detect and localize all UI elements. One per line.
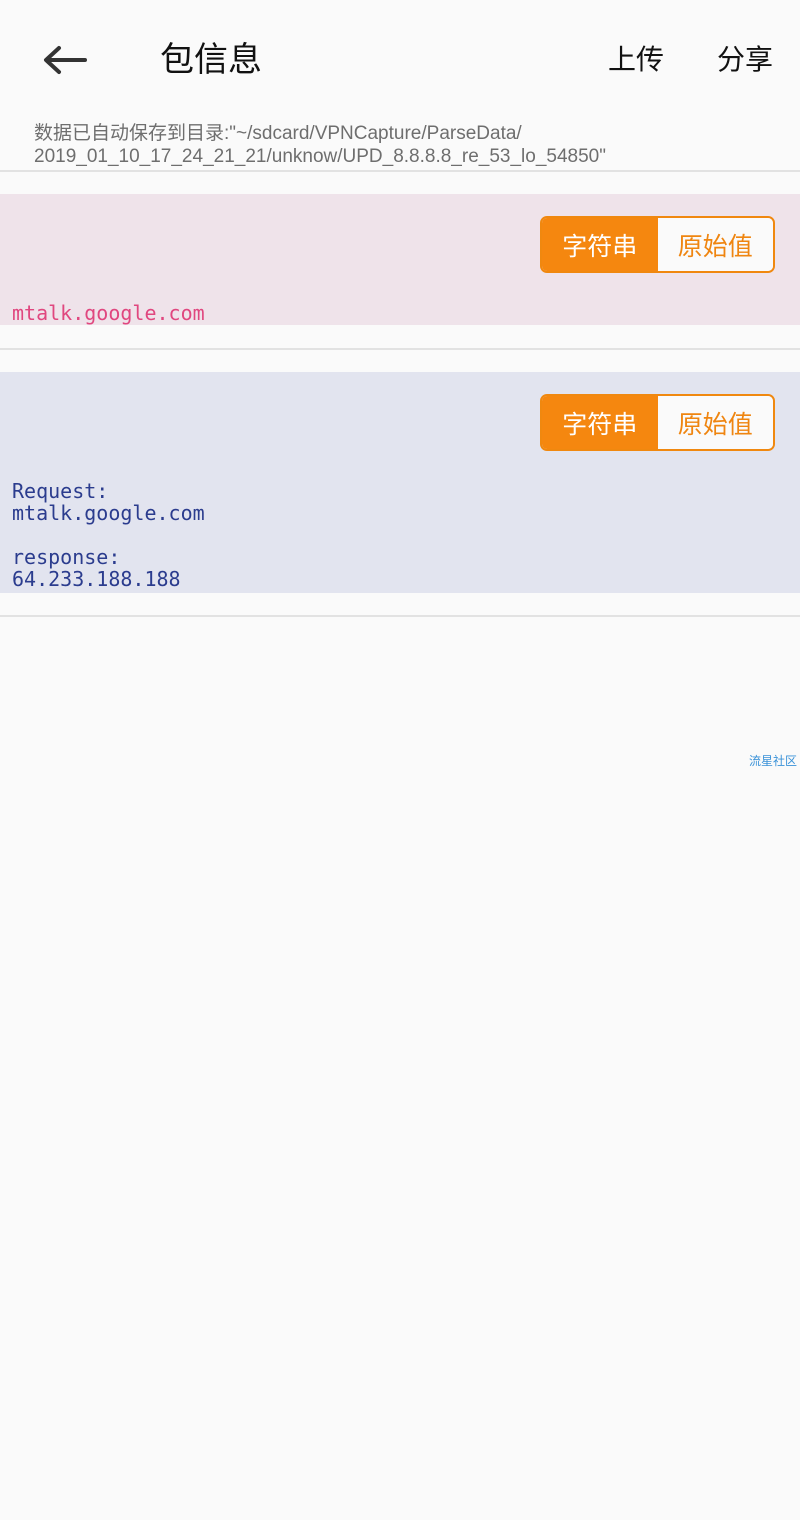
divider: [0, 615, 800, 617]
response-panel: 字符串 原始值 Request: mtalk.google.com respon…: [0, 372, 800, 593]
request-panel: 字符串 原始值 mtalk.google.com: [0, 194, 800, 325]
upload-button[interactable]: 上传: [608, 36, 664, 84]
response-content: Request: mtalk.google.com response: 64.2…: [12, 479, 205, 591]
app-bar: 包信息 上传 分享: [0, 0, 800, 118]
save-path-notice: 数据已自动保存到目录:"~/sdcard/VPNCapture/ParseDat…: [34, 123, 606, 167]
raw-view-button[interactable]: 原始值: [657, 218, 773, 271]
watermark: 流星社区: [749, 754, 798, 768]
request-content: mtalk.google.com: [12, 301, 205, 325]
page-title: 包信息: [160, 40, 262, 80]
string-view-button[interactable]: 字符串: [542, 396, 658, 449]
arrow-left-icon: [44, 46, 87, 74]
divider: [0, 170, 800, 172]
divider: [0, 348, 800, 350]
share-button[interactable]: 分享: [717, 36, 773, 84]
view-mode-toggle: 字符串 原始值: [540, 216, 775, 273]
view-mode-toggle: 字符串 原始值: [540, 394, 775, 451]
back-button[interactable]: [36, 36, 92, 84]
raw-view-button[interactable]: 原始值: [657, 396, 773, 449]
string-view-button[interactable]: 字符串: [542, 218, 658, 271]
